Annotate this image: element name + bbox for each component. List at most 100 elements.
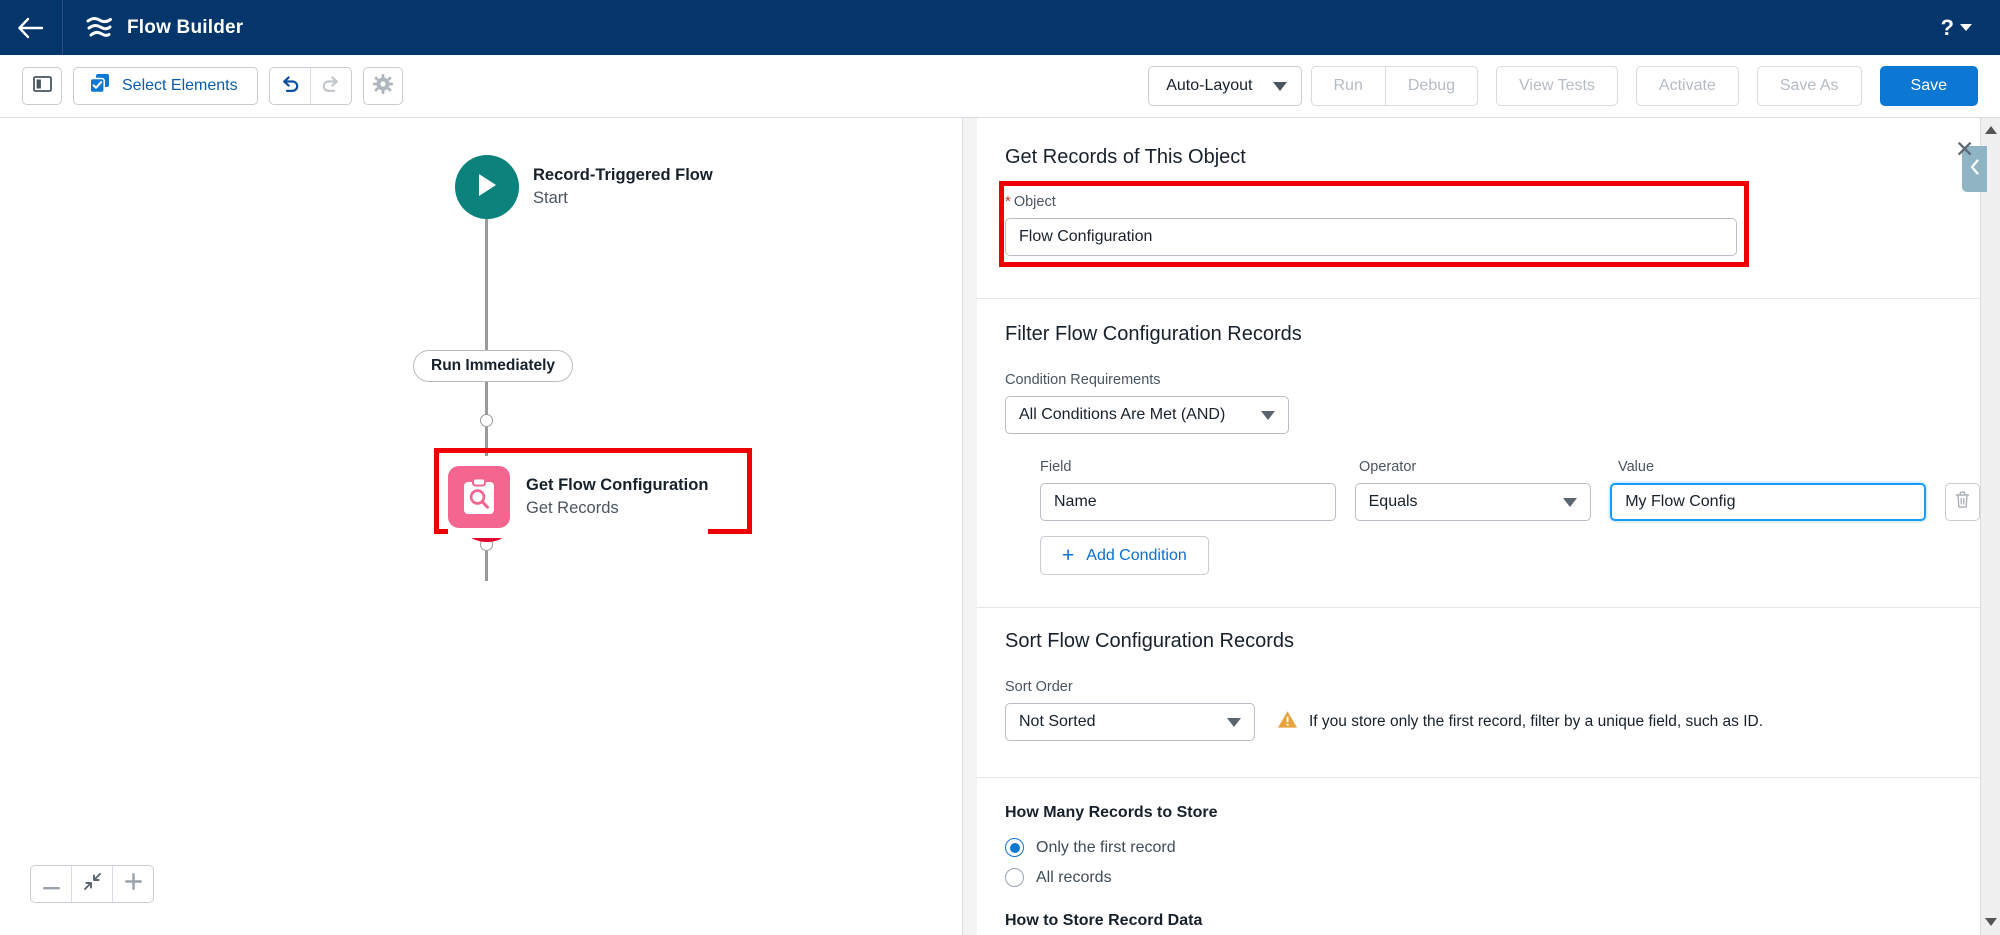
get-records-node-label: Get Flow Configuration Get Records — [526, 476, 708, 518]
condition-requirements-select[interactable]: All Conditions Are Met (AND) — [1005, 396, 1289, 434]
run-immediately-badge[interactable]: Run Immediately — [413, 350, 574, 382]
undo-button[interactable] — [270, 68, 310, 104]
save-as-button[interactable]: Save As — [1756, 66, 1862, 106]
view-tests-button[interactable]: View Tests — [1496, 66, 1618, 106]
delete-condition-button[interactable] — [1944, 483, 1980, 521]
select-elements-icon — [89, 73, 111, 99]
zoom-out-button[interactable] — [31, 866, 71, 902]
flow-builder-logo-icon — [85, 15, 113, 41]
global-header: Flow Builder ? — [0, 0, 2000, 55]
chevron-down-icon — [1261, 410, 1275, 420]
app-title: Flow Builder — [127, 16, 244, 38]
chevron-down-icon — [1563, 497, 1578, 507]
toolbar-right-group: Auto-Layout Run Debug View Tests Activat… — [1148, 66, 2000, 106]
play-icon — [475, 172, 499, 203]
toggle-left-panel-button[interactable] — [22, 67, 62, 105]
sort-order-value: Not Sorted — [1019, 713, 1096, 730]
object-input[interactable]: Flow Configuration — [1005, 218, 1737, 256]
minus-icon — [42, 873, 60, 896]
start-node-title: Record-Triggered Flow — [533, 166, 713, 184]
toolbar-left-group: Select Elements — [0, 67, 403, 105]
object-field-label-text: Object — [1013, 194, 1056, 210]
condition-operator-value: Equals — [1368, 493, 1418, 510]
scroll-up-arrow-icon[interactable] — [1985, 126, 1997, 134]
object-section-title: Get Records of This Object — [1005, 146, 1246, 168]
close-panel-button[interactable]: ✕ — [1955, 138, 1974, 161]
add-condition-label: Add Condition — [1086, 546, 1187, 564]
condition-header-row: Field Operator Value — [1040, 459, 1980, 475]
layout-mode-dropdown[interactable]: Auto-Layout — [1148, 66, 1302, 106]
filter-section: Filter Flow Configuration Records Condit… — [977, 299, 1980, 575]
panel-gutter — [962, 118, 977, 935]
trash-icon — [1955, 491, 1970, 513]
get-records-node-title: Get Flow Configuration — [526, 476, 709, 494]
debug-button[interactable]: Debug — [1384, 66, 1479, 106]
radio-only-first-record[interactable]: Only the first record — [1005, 838, 1980, 857]
flow-canvas[interactable]: Record-Triggered Flow Start Run Immediat… — [0, 118, 962, 935]
start-node-subtitle: Start — [533, 189, 568, 207]
filter-section-title: Filter Flow Configuration Records — [1005, 323, 1302, 345]
object-field-label: * Object — [1005, 193, 1755, 210]
add-condition-button[interactable]: + Add Condition — [1040, 536, 1209, 575]
get-records-node-subtitle: Get Records — [526, 499, 619, 517]
question-mark-icon: ? — [1940, 14, 1954, 40]
redo-icon — [321, 75, 341, 98]
store-section: How Many Records to Store Only the first… — [977, 778, 1980, 935]
radio-all-records[interactable]: All records — [1005, 868, 1980, 887]
condition-grid: Field Operator Value Name Equals My Flow… — [1040, 459, 1980, 575]
start-node[interactable] — [455, 155, 519, 219]
sort-order-row: Not Sorted If you store only the first r… — [1005, 703, 1980, 741]
connector-dot-to-end — [485, 551, 488, 581]
zoom-fit-button[interactable] — [72, 866, 112, 902]
condition-requirements-value: All Conditions Are Met (AND) — [1019, 406, 1226, 423]
condition-field-input[interactable]: Name — [1040, 483, 1336, 521]
select-elements-button[interactable]: Select Elements — [73, 67, 258, 105]
condition-value-input[interactable]: My Flow Config — [1610, 483, 1926, 521]
sort-order-label: Sort Order — [1005, 679, 1073, 695]
activate-button[interactable]: Activate — [1635, 66, 1739, 106]
sort-section-title: Sort Flow Configuration Records — [1005, 630, 1295, 652]
select-elements-label: Select Elements — [122, 77, 238, 94]
sort-section: Sort Flow Configuration Records Sort Ord… — [977, 608, 1980, 741]
undo-icon — [280, 75, 300, 98]
gear-icon — [372, 73, 393, 99]
table-row: Name Equals My Flow Config — [1040, 483, 1980, 521]
redo-button[interactable] — [311, 68, 351, 104]
flow-settings-button[interactable] — [362, 67, 403, 105]
condition-col-operator: Operator — [1359, 459, 1417, 475]
how-to-store-title: How to Store Record Data — [1005, 912, 1203, 929]
chevron-down-icon — [1960, 24, 1972, 31]
connector-dot-to-get — [485, 427, 488, 459]
toggle-left-panel-icon — [32, 75, 52, 97]
add-element-dot-1[interactable] — [480, 414, 493, 427]
required-marker: * — [1005, 193, 1011, 210]
sort-warning: If you store only the first record, filt… — [1277, 710, 1763, 734]
condition-col-value: Value — [1618, 459, 1655, 475]
radio-indicator — [1005, 868, 1024, 887]
undo-redo-group — [268, 67, 352, 105]
layout-mode-value: Auto-Layout — [1166, 77, 1253, 94]
condition-operator-select[interactable]: Equals — [1354, 483, 1592, 521]
scroll-down-arrow-icon[interactable] — [1985, 918, 1997, 926]
panel-scrollbar[interactable] — [1980, 118, 2000, 935]
chevron-down-icon — [1227, 717, 1241, 727]
get-records-node[interactable]: Get Flow Configuration Get Records — [448, 456, 709, 538]
help-menu-button[interactable]: ? — [1941, 15, 2000, 41]
how-many-records-title: How Many Records to Store — [1005, 804, 1218, 821]
flow-builder-app: Flow Builder ? Select Elements Auto-Layo… — [0, 0, 2000, 935]
back-button[interactable] — [0, 0, 62, 55]
save-button[interactable]: Save — [1879, 66, 1978, 106]
plus-icon: + — [1062, 544, 1075, 567]
condition-requirements-label: Condition Requirements — [1005, 372, 1161, 388]
fit-to-view-icon — [83, 872, 102, 897]
sort-order-select[interactable]: Not Sorted — [1005, 703, 1255, 741]
zoom-controls — [30, 865, 154, 903]
condition-col-field: Field — [1040, 459, 1072, 475]
object-section: Get Records of This Object * Object Flow … — [977, 118, 1980, 267]
zoom-in-button[interactable] — [113, 866, 153, 902]
sort-warning-text: If you store only the first record, filt… — [1309, 713, 1764, 730]
start-node-label: Record-Triggered Flow Start — [533, 166, 713, 208]
run-debug-group: Run Debug — [1310, 66, 1479, 106]
chevron-down-icon — [1272, 81, 1287, 91]
run-button[interactable]: Run — [1310, 66, 1385, 106]
